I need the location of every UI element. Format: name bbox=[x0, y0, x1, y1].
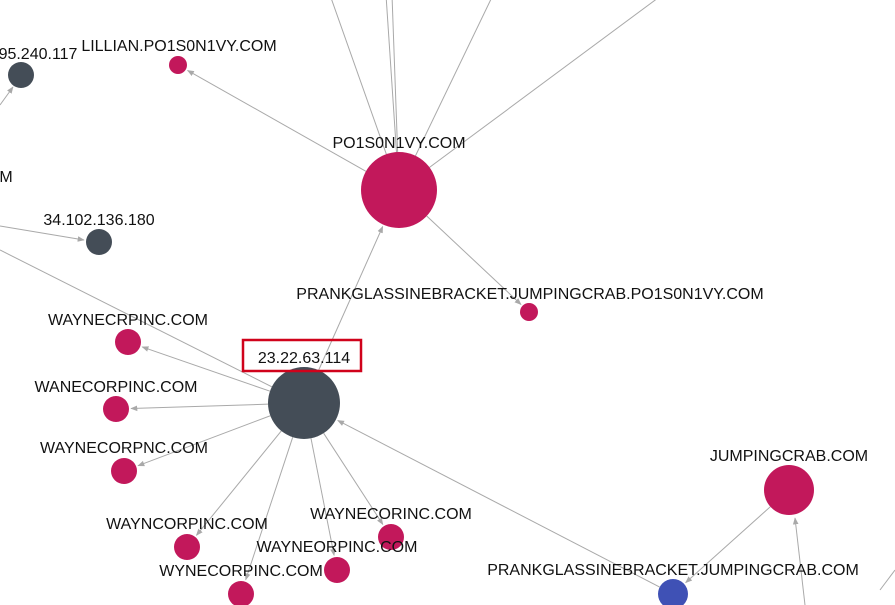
edge-ip_23-to-wynecorpinc bbox=[245, 437, 294, 581]
node-label-wayneorpinc: WAYNEORPINC.COM bbox=[257, 539, 418, 556]
node-wanecorpinc[interactable] bbox=[103, 396, 129, 422]
node-ip_34[interactable] bbox=[86, 229, 112, 255]
edge-ip_23-to-wayneorpinc bbox=[310, 438, 336, 556]
edge-po1s0n1vy-to-lillian bbox=[186, 69, 367, 172]
node-label-ip_195: 95.240.117 bbox=[0, 46, 78, 63]
node-prank_jc[interactable] bbox=[658, 579, 688, 605]
node-waynecorpnc[interactable] bbox=[111, 458, 137, 484]
node-label-lillian: LILLIAN.PO1S0N1VY.COM bbox=[81, 38, 276, 55]
node-label-prank_po: PRANKGLASSINEBRACKET.JUMPINGCRAB.PO1S0N1… bbox=[296, 286, 763, 303]
node-wayncorpinc[interactable] bbox=[174, 534, 200, 560]
node-label-po1s0n1vy: PO1S0N1VY.COM bbox=[332, 135, 465, 152]
node-label-prank_jc: PRANKGLASSINEBRACKET.JUMPINGCRAB.COM bbox=[487, 562, 859, 579]
node-prank_po[interactable] bbox=[520, 303, 538, 321]
node-wayneorpinc[interactable] bbox=[324, 557, 350, 583]
node-jumpingcrab[interactable] bbox=[764, 465, 814, 515]
node-label-wanecorpinc: WANECORPINC.COM bbox=[35, 379, 198, 396]
edge-offscreen-7 bbox=[0, 86, 14, 106]
node-label-waynecrpinc: WAYNECRPINC.COM bbox=[48, 312, 208, 329]
node-label-wynecorpinc: WYNECORPINC.COM bbox=[159, 563, 323, 580]
node-label-ip_23: 23.22.63.114 bbox=[258, 350, 350, 367]
node-label-ip_34: 34.102.136.180 bbox=[43, 212, 154, 229]
node-waynecrpinc[interactable] bbox=[115, 329, 141, 355]
node-label-m_cut: M bbox=[0, 169, 13, 186]
node-lillian[interactable] bbox=[169, 56, 187, 74]
network-graph[interactable]: PO1S0N1VY.COM 23.22.63.114 LILLIAN.PO1S0N1… bbox=[0, 0, 895, 605]
edge-ip_23-to-wanecorpinc bbox=[130, 403, 269, 412]
node-label-waynecorpnc: WAYNECORPNC.COM bbox=[40, 440, 208, 457]
labels-layer: PO1S0N1VY.COM 23.22.63.114 LILLIAN.PO1S0N1… bbox=[0, 38, 868, 580]
edge-offscreen-9 bbox=[879, 569, 895, 591]
node-label-wayncorpinc: WAYNCORPINC.COM bbox=[106, 516, 268, 533]
node-ip_195[interactable] bbox=[8, 62, 34, 88]
node-po1s0n1vy[interactable] bbox=[361, 152, 437, 228]
node-label-jumpingcrab: JUMPINGCRAB.COM bbox=[710, 448, 868, 465]
node-ip_23[interactable] bbox=[268, 367, 340, 439]
edge-offscreen-4 bbox=[398, 0, 657, 191]
node-label-waynecorinc: WAYNECORINC.COM bbox=[310, 506, 472, 523]
node-wynecorpinc[interactable] bbox=[228, 581, 254, 605]
